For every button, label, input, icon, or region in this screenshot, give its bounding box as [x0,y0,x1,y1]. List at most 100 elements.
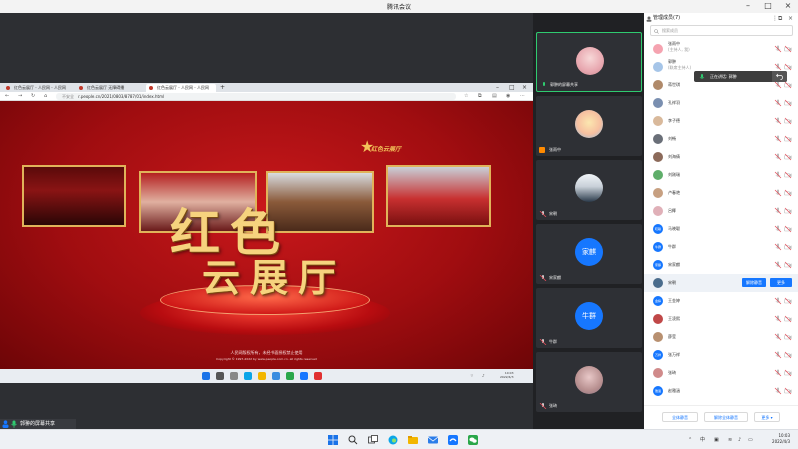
muted-mic-icon[interactable] [774,207,782,215]
member-row[interactable]: 吕椰 [644,202,798,220]
muted-mic-icon[interactable] [774,351,782,359]
collections-icon[interactable]: ▤ [492,92,497,101]
new-tab-icon[interactable]: + [220,83,225,92]
taskview-icon[interactable] [368,435,378,445]
extensions-icon[interactable]: ⧉ [478,92,482,101]
exhibit-photo[interactable] [386,165,491,227]
member-row[interactable]: 刘刚瑞 [644,166,798,184]
video-tile[interactable]: 家麒 宋家麒 [536,224,642,284]
meeting-icon[interactable] [448,435,458,445]
start-icon[interactable] [202,372,210,380]
wechat-icon[interactable] [468,435,478,445]
toast-action[interactable] [772,71,787,82]
member-row[interactable]: 晓聪 马晓聪 [644,220,798,238]
muted-mic-icon[interactable] [774,81,782,89]
camera-off-icon[interactable] [784,81,792,89]
search-icon[interactable] [216,372,224,380]
muted-mic-icon[interactable] [774,369,782,377]
tray-expand-icon[interactable]: ⌃ [688,434,692,446]
camera-off-icon[interactable] [784,45,792,53]
camera-off-icon[interactable] [784,189,792,197]
back-icon[interactable]: ← [5,92,9,101]
muted-mic-icon[interactable] [774,297,782,305]
member-search-input[interactable]: 搜索成员 [650,25,793,36]
muted-mic-icon[interactable] [774,63,782,71]
camera-off-icon[interactable] [784,135,792,143]
member-more-button[interactable]: 更多 [770,278,792,287]
member-row[interactable]: 雅涵 赵雅涵 [644,382,798,400]
video-tile[interactable]: 宋朝 [536,160,642,220]
explorer-icon[interactable] [258,372,266,380]
taskview-icon[interactable] [230,372,238,380]
wifi-icon[interactable]: ≋ [728,434,732,446]
mute-all-button[interactable]: 全体静音 [662,412,698,422]
volume-icon[interactable]: ♪ [738,434,741,446]
system-clock[interactable]: 10:03 2022/4/3 [760,433,790,445]
muted-mic-icon[interactable] [774,189,782,197]
muted-mic-icon[interactable] [774,153,782,161]
camera-off-icon[interactable] [784,243,792,251]
ime-indicator[interactable]: 中 [700,434,705,446]
camera-off-icon[interactable] [784,225,792,233]
refresh-icon[interactable]: ↻ [31,92,35,101]
muted-mic-icon[interactable] [774,171,782,179]
explorer-icon[interactable] [408,435,418,445]
maximize-icon[interactable]: □ [758,0,778,13]
video-tile[interactable]: 张琦 [536,352,642,412]
video-tile[interactable]: 牛群 牛群 [536,288,642,348]
meeting-icon[interactable] [300,372,308,380]
member-row[interactable]: 孔祥羽 [644,94,798,112]
camera-off-icon[interactable] [784,153,792,161]
unmute-all-button[interactable]: 解除全体静音 [704,412,748,422]
edge-icon[interactable] [388,435,398,445]
camera-off-icon[interactable] [784,315,792,323]
star-icon[interactable]: ☆ [464,92,468,101]
member-row[interactable]: 家麒 宋家麒 [644,256,798,274]
camera-off-icon[interactable] [784,99,792,107]
muted-mic-icon[interactable] [774,117,782,125]
camera-off-icon[interactable] [784,117,792,125]
profile-icon[interactable]: ◉ [506,92,510,101]
member-row[interactable]: 卢春艳 [644,184,798,202]
muted-mic-icon[interactable] [774,225,782,233]
muted-mic-icon[interactable] [774,243,782,251]
member-row[interactable]: 王凌熙 [644,310,798,328]
camera-off-icon[interactable] [784,351,792,359]
app-tray-icon[interactable]: ▣ [714,434,719,446]
member-row[interactable]: 牛群 牛群 [644,238,798,256]
battery-icon[interactable]: ▭ [748,434,753,446]
muted-mic-icon[interactable] [774,387,782,395]
video-tile[interactable]: 郭翀的屏幕共享 [536,32,642,92]
member-row[interactable]: 金婷 王金婷 [644,292,798,310]
member-row[interactable]: 宋朝 解除静音 更多 [644,274,798,292]
browser-maximize-icon[interactable]: □ [509,83,515,92]
browser-tab-active[interactable]: 红色云展厅 - 人民网 - 人民网 [146,84,216,92]
store-icon[interactable] [272,372,280,380]
wechat-icon[interactable] [286,372,294,380]
minimize-icon[interactable]: – [738,0,758,13]
camera-off-icon[interactable] [784,261,792,269]
member-row[interactable]: 薛莹 [644,328,798,346]
camera-off-icon[interactable] [784,387,792,395]
camera-off-icon[interactable] [784,297,792,305]
browser-close-icon[interactable]: × [522,83,527,92]
member-row[interactable]: 刘畅 [644,130,798,148]
app-icon[interactable] [314,372,322,380]
edge-icon[interactable] [244,372,252,380]
panel-popout-icon[interactable]: ⧉ [778,14,782,23]
video-tile[interactable]: 张雨中 [536,96,642,156]
start-icon[interactable] [328,435,338,445]
panel-more-button[interactable]: 更多 ▾ [754,412,780,422]
home-icon[interactable]: ⌂ [44,92,47,101]
exhibit-photo[interactable] [22,165,126,227]
volume-icon[interactable]: ♪ [482,372,485,380]
muted-mic-icon[interactable] [774,261,782,269]
camera-off-icon[interactable] [784,207,792,215]
forward-icon[interactable]: → [18,92,22,101]
unmute-member-button[interactable]: 解除静音 [742,278,766,287]
browser-tab[interactable]: 红色云展厅 - 人民网 - 人民网 [3,84,68,92]
panel-close-icon[interactable]: × [788,14,793,23]
camera-off-icon[interactable] [784,333,792,341]
member-row[interactable]: 张琦 [644,364,798,382]
muted-mic-icon[interactable] [774,333,782,341]
